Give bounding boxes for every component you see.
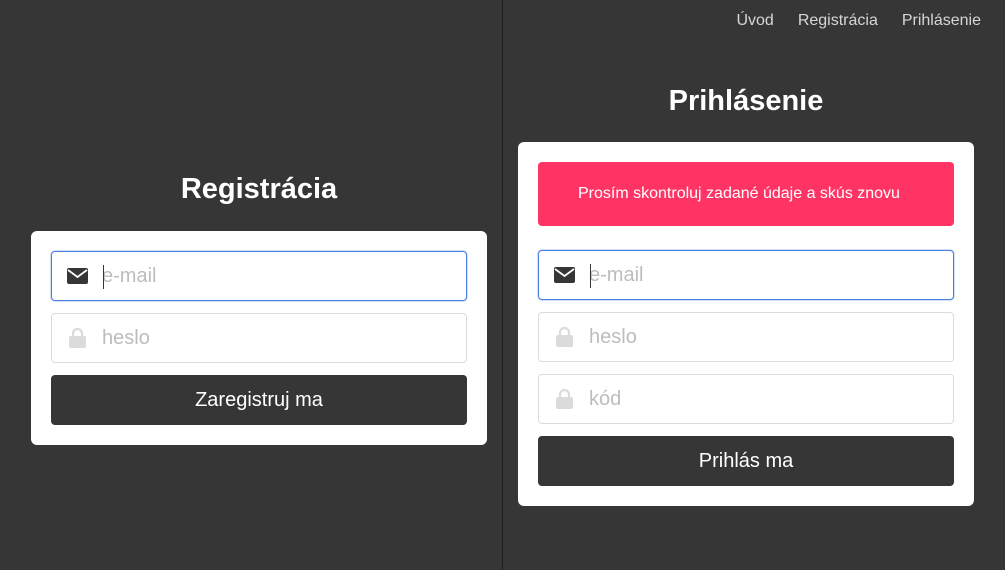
nav-link-registracia[interactable]: Registrácia: [798, 12, 878, 30]
register-email-field: [51, 251, 467, 301]
register-password-field: [51, 313, 467, 363]
login-email-field: [538, 250, 954, 300]
lock-icon: [539, 375, 589, 423]
lock-icon: [52, 314, 102, 362]
login-error-alert: Prosím skontroluj zadané údaje a skús zn…: [538, 162, 954, 226]
register-card: Zaregistruj ma: [31, 231, 487, 445]
nav-link-uvod[interactable]: Úvod: [736, 12, 773, 30]
top-nav: Úvod Registrácia Prihlásenie: [736, 12, 981, 30]
nav-link-prihlasenie[interactable]: Prihlásenie: [902, 12, 981, 30]
pane-divider: [502, 0, 503, 570]
lock-icon: [539, 313, 589, 361]
envelope-icon: [539, 251, 589, 299]
register-password-input[interactable]: [102, 318, 442, 358]
login-code-field: [538, 374, 954, 424]
register-title: Registrácia: [180, 173, 338, 205]
text-caret: [590, 264, 591, 288]
login-code-input[interactable]: [589, 379, 929, 419]
login-title: Prihlásenie: [668, 85, 824, 117]
login-submit-button[interactable]: Prihlás ma: [538, 436, 954, 486]
login-password-field: [538, 312, 954, 362]
register-submit-button[interactable]: Zaregistruj ma: [51, 375, 467, 425]
login-email-input[interactable]: [589, 255, 929, 295]
login-password-input[interactable]: [589, 317, 929, 357]
text-caret: [103, 265, 104, 289]
envelope-icon: [52, 252, 102, 300]
login-card: Prosím skontroluj zadané údaje a skús zn…: [518, 142, 974, 506]
register-email-input[interactable]: [102, 256, 442, 296]
